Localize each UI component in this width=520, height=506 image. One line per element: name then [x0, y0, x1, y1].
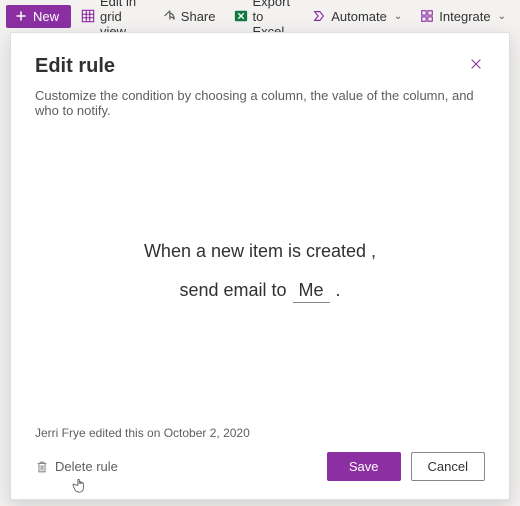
- new-button[interactable]: New: [6, 5, 71, 28]
- save-button[interactable]: Save: [327, 452, 401, 481]
- integrate-label: Integrate: [439, 9, 490, 24]
- dialog-actions: Save Cancel: [327, 452, 485, 481]
- cancel-button[interactable]: Cancel: [411, 452, 485, 481]
- delete-rule-label: Delete rule: [55, 459, 118, 474]
- recipient-field[interactable]: Me: [293, 280, 330, 303]
- last-edited-text: Jerri Frye edited this on October 2, 202…: [35, 426, 485, 440]
- rule-condition-line: When a new item is created ,: [144, 241, 376, 262]
- chevron-down-icon: ⌄: [498, 11, 506, 22]
- close-icon: [469, 57, 483, 71]
- share-button[interactable]: Share: [154, 5, 224, 28]
- share-icon: [162, 9, 176, 23]
- edit-rule-dialog: Edit rule Customize the condition by cho…: [10, 32, 510, 500]
- command-bar: New Edit in grid view Share Export to Ex…: [0, 0, 520, 32]
- dialog-subtitle: Customize the condition by choosing a co…: [35, 88, 485, 118]
- grid-icon: [81, 9, 95, 23]
- trash-icon: [35, 460, 49, 474]
- share-label: Share: [181, 9, 216, 24]
- automate-label: Automate: [331, 9, 387, 24]
- rule-action-line: send email to Me .: [179, 280, 340, 303]
- excel-icon: [234, 9, 248, 23]
- integrate-button[interactable]: Integrate ⌄: [412, 5, 514, 28]
- dialog-title: Edit rule: [35, 55, 115, 78]
- cursor-hand-icon: [71, 475, 93, 497]
- rule-sentence: When a new item is created , send email …: [35, 118, 485, 426]
- plus-icon: [14, 9, 28, 23]
- rule-period: .: [336, 280, 341, 301]
- dialog-header: Edit rule: [35, 55, 485, 78]
- new-label: New: [33, 9, 59, 24]
- rule-action-prefix: send email to: [179, 280, 286, 301]
- automate-button[interactable]: Automate ⌄: [304, 5, 410, 28]
- dialog-footer: Delete rule Save Cancel: [35, 452, 485, 481]
- rule-condition-text: When a new item is created ,: [144, 241, 376, 262]
- delete-rule-button[interactable]: Delete rule: [35, 459, 118, 474]
- chevron-down-icon: ⌄: [394, 11, 402, 22]
- integrate-icon: [420, 9, 434, 23]
- automate-icon: [312, 9, 326, 23]
- close-button[interactable]: [467, 55, 485, 73]
